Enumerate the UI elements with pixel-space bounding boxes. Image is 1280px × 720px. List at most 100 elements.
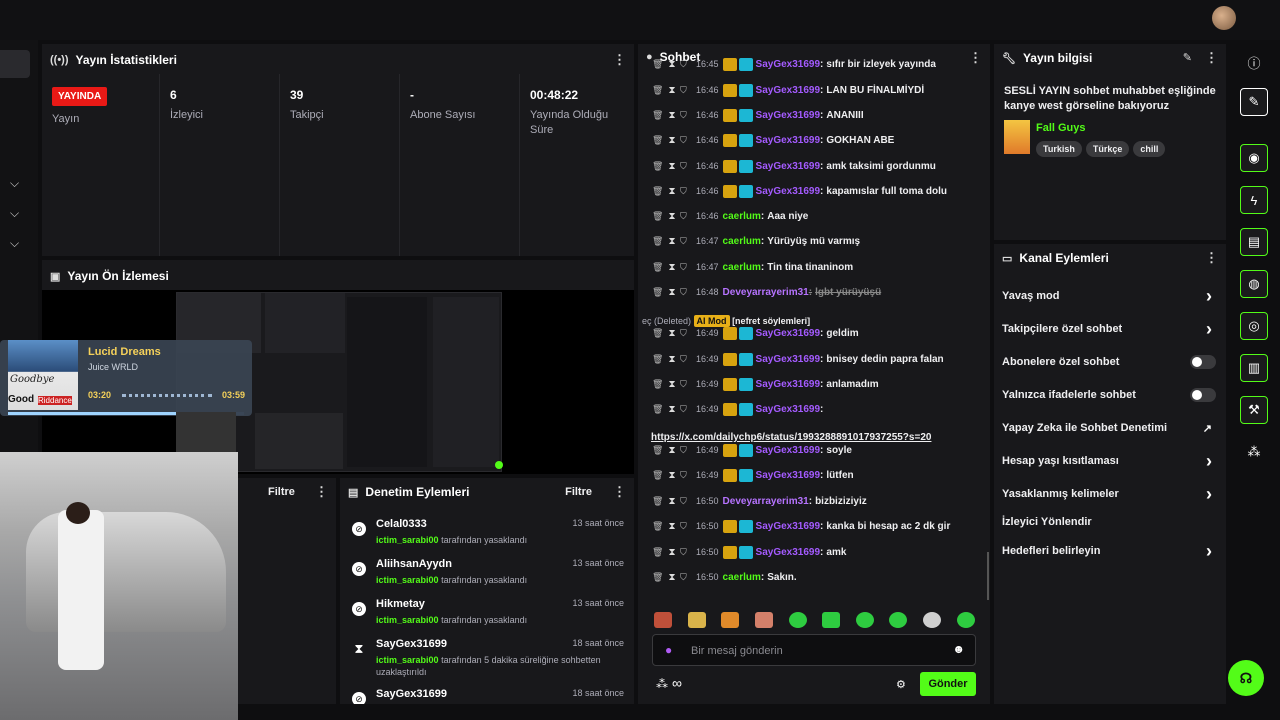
trash-icon[interactable]: 🗑︎ xyxy=(652,262,664,273)
emote[interactable] xyxy=(755,612,773,628)
filter-button[interactable]: Filtre xyxy=(268,486,295,498)
chat-username[interactable]: SayGex31699 xyxy=(756,161,821,172)
shield-icon[interactable]: ⛉ xyxy=(680,445,694,456)
modlog-item[interactable]: ⊘ SayGex31699 18 saat önce xyxy=(340,684,634,704)
trash-icon[interactable]: 🗑︎ xyxy=(652,470,664,481)
trash-icon[interactable]: 🗑︎ xyxy=(652,135,664,146)
toggle-switch[interactable] xyxy=(1190,355,1216,369)
shield-icon[interactable]: ⛉ xyxy=(680,404,694,415)
trash-icon[interactable]: 🗑︎ xyxy=(652,211,664,222)
category-name[interactable]: Fall Guys xyxy=(1036,122,1086,134)
hourglass-icon[interactable]: ⧗ xyxy=(664,470,680,481)
chat-username[interactable]: caerlum xyxy=(723,236,761,247)
trash-icon[interactable]: 🗑︎ xyxy=(652,161,664,172)
toggle-switch[interactable] xyxy=(1190,388,1216,402)
tag[interactable]: chill xyxy=(1133,141,1166,157)
community-icon[interactable]: ⁂ xyxy=(656,677,668,691)
trash-icon[interactable]: 🗑︎ xyxy=(652,354,664,365)
shield-icon[interactable]: ⛉ xyxy=(680,211,694,222)
chevron-right-icon[interactable]: › xyxy=(1206,286,1212,307)
info-icon[interactable]: ⓘ xyxy=(1240,48,1268,76)
emote[interactable] xyxy=(721,612,739,628)
hourglass-icon[interactable]: ⧗ xyxy=(664,135,680,146)
shield-icon[interactable]: ⛉ xyxy=(680,110,694,121)
chat-username[interactable]: SayGex31699 xyxy=(756,521,821,532)
trash-icon[interactable]: 🗑︎ xyxy=(652,186,664,197)
chat-username[interactable]: SayGex31699 xyxy=(756,354,821,365)
chat-username[interactable]: SayGex31699 xyxy=(756,379,821,390)
channel-action-item[interactable]: Hesap yaşı kısıtlaması › xyxy=(994,445,1226,477)
chevron-right-icon[interactable]: › xyxy=(1206,451,1212,472)
kebab-menu-icon[interactable]: ⋮ xyxy=(1205,250,1218,266)
chat-username[interactable]: Deveyarrayerim31 xyxy=(723,287,809,298)
broadcast-icon[interactable]: ◎ xyxy=(1240,312,1268,340)
chevron-right-icon[interactable]: › xyxy=(1206,319,1212,340)
chevron-right-icon[interactable]: › xyxy=(1206,484,1212,505)
modlog-item[interactable]: ⊘ AliihsanAyydn 13 saat önce ictim_sarabi00… xyxy=(340,554,634,594)
hourglass-icon[interactable]: ⧗ xyxy=(664,59,680,70)
hourglass-icon[interactable]: ⧗ xyxy=(664,445,680,456)
hourglass-icon[interactable]: ⧗ xyxy=(664,211,680,222)
trash-icon[interactable]: 🗑︎ xyxy=(652,236,664,247)
chat-scrollbar[interactable] xyxy=(987,552,989,600)
shield-icon[interactable]: ⛉ xyxy=(680,161,694,172)
infinity-icon[interactable]: ∞ xyxy=(672,675,682,691)
shield-icon[interactable]: ⛉ xyxy=(680,186,694,197)
shield-icon[interactable]: ⛉ xyxy=(680,379,694,390)
emote[interactable] xyxy=(957,612,975,628)
shield-icon[interactable]: ⛉ xyxy=(680,470,694,481)
trash-icon[interactable]: 🗑︎ xyxy=(652,59,664,70)
document-icon[interactable]: ▤ xyxy=(1240,228,1268,256)
kebab-menu-icon[interactable]: ⋮ xyxy=(613,484,626,500)
chat-username[interactable]: SayGex31699 xyxy=(756,110,821,121)
shield-icon[interactable]: ⛉ xyxy=(680,287,694,298)
hourglass-icon[interactable]: ⧗ xyxy=(664,521,680,532)
settings-icon[interactable]: ⚙ xyxy=(896,678,906,691)
emote[interactable] xyxy=(856,612,874,628)
channel-action-item[interactable]: İzleyici Yönlendir xyxy=(994,506,1226,538)
trash-icon[interactable]: 🗑︎ xyxy=(652,404,664,415)
emote[interactable] xyxy=(789,612,807,628)
chat-username[interactable]: SayGex31699 xyxy=(756,547,821,558)
chat-input[interactable]: ● Bir mesaj gönderin ☻ xyxy=(652,634,976,666)
trash-icon[interactable]: 🗑︎ xyxy=(652,547,664,558)
channel-action-item[interactable]: Hedefleri belirleyin › xyxy=(994,535,1226,567)
edit-icon[interactable]: ✎ xyxy=(1183,51,1192,64)
chevron-right-icon[interactable]: › xyxy=(1206,541,1212,562)
hourglass-icon[interactable]: ⧗ xyxy=(664,287,680,298)
hourglass-icon[interactable]: ⧗ xyxy=(664,572,680,583)
wrench-icon[interactable]: ⚒ xyxy=(1240,396,1268,424)
shield-icon[interactable]: ⛉ xyxy=(680,135,694,146)
hourglass-icon[interactable]: ⧗ xyxy=(664,236,680,247)
support-icon[interactable]: ☊ xyxy=(1228,660,1264,696)
left-rail-selected-item[interactable] xyxy=(0,50,30,78)
emoji-icon[interactable]: ☻ xyxy=(952,642,965,656)
modlog-filter-button[interactable]: Filtre xyxy=(565,486,592,498)
tag[interactable]: Turkish xyxy=(1036,141,1082,157)
trash-icon[interactable]: 🗑︎ xyxy=(652,287,664,298)
chat-username[interactable]: SayGex31699 xyxy=(756,85,821,96)
hourglass-icon[interactable]: ⧗ xyxy=(664,404,680,415)
edit-icon[interactable]: ✎ xyxy=(1240,88,1268,116)
external-link-icon[interactable]: ↗ xyxy=(1203,422,1212,435)
channel-action-item[interactable]: Yapay Zeka ile Sohbet Denetimi ↗ xyxy=(994,412,1226,444)
chat-username[interactable]: Deveyarrayerim31 xyxy=(723,496,809,507)
hourglass-icon[interactable]: ⧗ xyxy=(664,161,680,172)
lightning-icon[interactable]: ϟ xyxy=(1240,186,1268,214)
shield-icon[interactable]: ⛉ xyxy=(680,547,694,558)
trash-icon[interactable]: 🗑︎ xyxy=(652,521,664,532)
chevron-down-icon[interactable]: ⌵ xyxy=(10,206,26,220)
emote[interactable] xyxy=(889,612,907,628)
channel-action-item[interactable]: Yalnızca ifadelerle sohbet xyxy=(994,379,1226,411)
kebab-menu-icon[interactable]: ⋮ xyxy=(1205,50,1218,66)
user-avatar[interactable] xyxy=(1212,6,1236,30)
hourglass-icon[interactable]: ⧗ xyxy=(664,110,680,121)
shield-icon[interactable]: ⛉ xyxy=(680,572,694,583)
emote[interactable] xyxy=(923,612,941,628)
chevron-down-icon[interactable]: ⌵ xyxy=(10,236,26,250)
trash-icon[interactable]: 🗑︎ xyxy=(652,496,664,507)
send-button[interactable]: Gönder xyxy=(920,672,976,696)
microphone-icon[interactable]: ● xyxy=(665,643,672,657)
hourglass-icon[interactable]: ⧗ xyxy=(664,379,680,390)
channel-action-item[interactable]: Abonelere özel sohbet xyxy=(994,346,1226,378)
